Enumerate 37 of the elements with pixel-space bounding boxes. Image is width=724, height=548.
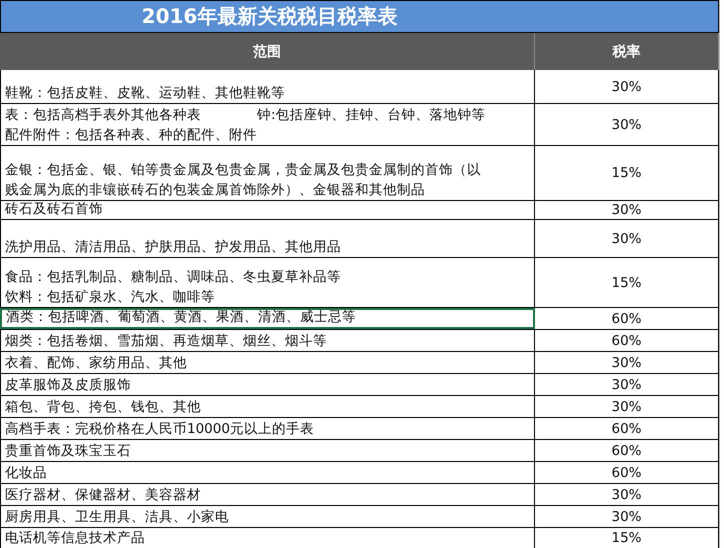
table-cell[interactable]: 厨房用具、卫生用具、洁具、小家电 xyxy=(0,506,535,527)
table-cell: 30% xyxy=(535,484,719,505)
table-cell[interactable]: 金银：包括金、银、铂等贵金属及包贵金属，贵金属及包贵金属制的首饰（以 贱金属为底的非镶嵌砖石的包装金属首饰除外）、金银器和其他制品 xyxy=(0,146,535,200)
table-cell[interactable]: 烟类：包括卷烟、雪茄烟、再造烟草、烟丝、烟斗等 xyxy=(0,330,535,351)
table-cell[interactable]: 医疗器材、保健器材、美容器材 xyxy=(0,484,535,505)
table-cell: 30% xyxy=(535,104,719,145)
table-cell: 15% xyxy=(535,146,719,200)
table-cell[interactable]: 食品：包括乳制品、糖制品、调味品、冬虫夏草补品等 饮料：包括矿泉水、汽水、咖啡等 xyxy=(0,258,535,307)
column-header: 税率 xyxy=(535,33,719,70)
table-cell[interactable]: 电话机等信息技术产品 xyxy=(0,528,535,548)
table-title: 2016年最新关税税目税率表 xyxy=(0,0,719,33)
table-cell[interactable]: 酒类：包括啤酒、葡萄酒、黄酒、果酒、清酒、威士忌等 xyxy=(0,308,535,329)
table-cell: 30% xyxy=(535,374,719,395)
table-cell[interactable]: 衣着、配饰、家纺用品、其他 xyxy=(0,352,535,373)
table-cell: 60% xyxy=(535,330,719,351)
table-cell[interactable]: 贵重首饰及珠宝玉石 xyxy=(0,440,535,461)
table-cell: 30% xyxy=(535,220,719,257)
table-cell[interactable]: 高档手表：完税价格在人民币10000元以上的手表 xyxy=(0,418,535,439)
table-cell[interactable]: 箱包、背包、挎包、钱包、其他 xyxy=(0,396,535,417)
table-cell: 30% xyxy=(535,396,719,417)
table-cell[interactable]: 砖石及砖石首饰 xyxy=(0,201,535,219)
table-cell[interactable]: 化妆品 xyxy=(0,462,535,483)
table-cell: 30% xyxy=(535,352,719,373)
column-header: 范围 xyxy=(0,33,535,70)
table-cell[interactable]: 皮革服饰及皮质服饰 xyxy=(0,374,535,395)
table-cell: 30% xyxy=(535,201,719,219)
table-cell: 15% xyxy=(535,528,719,548)
table-cell: 30% xyxy=(535,70,719,103)
table-cell: 60% xyxy=(535,418,719,439)
table-cell: 60% xyxy=(535,440,719,461)
table-cell[interactable]: 表：包括高档手表外其他各种表 钟:包括座钟、挂钟、台钟、落地钟等 配件附件：包括各种表、种的配件、附件 xyxy=(0,104,535,145)
table-cell[interactable]: 鞋靴：包括皮鞋、皮靴、运动鞋、其他鞋靴等 xyxy=(0,70,535,103)
table-cell: 30% xyxy=(535,506,719,527)
table-cell: 60% xyxy=(535,462,719,483)
table-cell: 60% xyxy=(535,308,719,329)
table-cell: 15% xyxy=(535,258,719,307)
table-cell[interactable]: 洗护用品、清洁用品、护肤用品、护发用品、其他用品 xyxy=(0,220,535,257)
